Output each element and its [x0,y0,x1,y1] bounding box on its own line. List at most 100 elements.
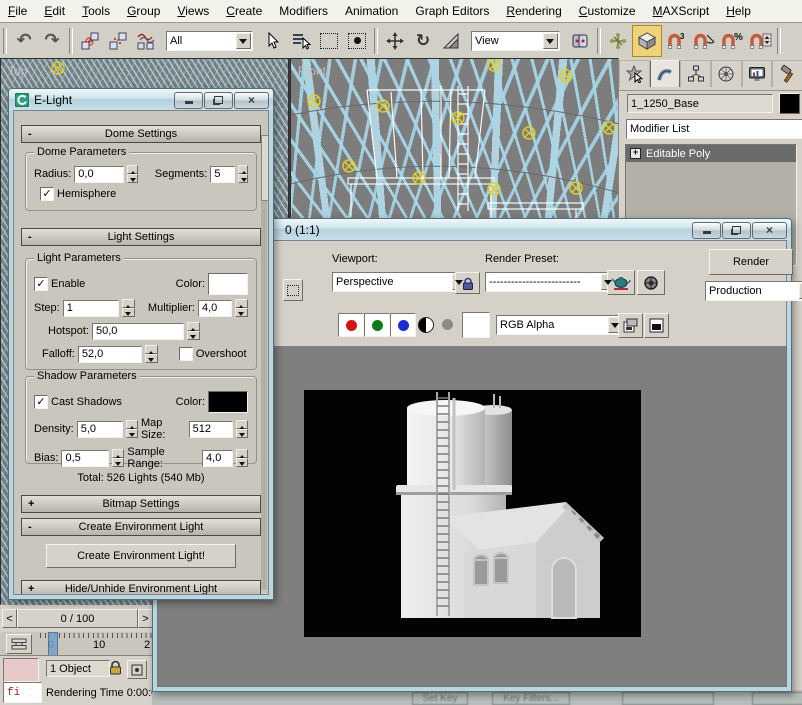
select-and-rotate-icon[interactable]: ↻ [409,26,437,56]
tab-utilities[interactable] [772,60,802,87]
layer-display-icon[interactable] [644,313,669,338]
tab-display[interactable] [742,60,773,87]
unlink-selection-icon[interactable] [104,26,132,56]
select-by-name-icon[interactable] [287,26,315,56]
listener-macro-cell[interactable] [3,658,39,682]
menu-graph-editors[interactable]: Graph Editors [415,4,489,18]
percent-snap-icon[interactable]: % [718,26,746,56]
menu-views[interactable]: Views [177,4,209,18]
tab-motion[interactable] [711,60,742,87]
expand-icon[interactable]: + [28,583,34,595]
select-and-scale-icon[interactable] [437,26,465,56]
time-controls[interactable] [752,692,802,705]
spinner-snap-icon[interactable] [746,26,774,56]
cast-shadows-checkbox[interactable]: ✓ [34,395,48,409]
sample-range-spinner[interactable] [236,449,248,467]
render-mode-dropdown[interactable]: Production [705,281,802,301]
rollout-hide-unhide[interactable]: + Hide/Unhide Environment Light [21,580,261,595]
select-and-move-icon[interactable] [381,26,409,56]
bind-to-spacewarp-icon[interactable] [132,26,160,56]
menu-rendering[interactable]: Rendering [506,4,561,18]
select-and-link-icon[interactable] [76,26,104,56]
restore-button[interactable] [204,92,233,109]
create-environment-light-button[interactable]: Create Environment Light! [46,544,236,568]
multiplier-field[interactable]: 4,0 [198,300,232,317]
step-field[interactable]: 1 [63,300,119,317]
collapse-icon[interactable]: - [28,128,32,140]
key-filters-button[interactable]: Key Filters... [492,692,570,705]
rollout-light-settings[interactable]: - Light Settings [21,228,261,246]
render-button[interactable]: Render [709,249,793,275]
rectangular-selection-region-icon[interactable] [315,26,343,56]
segments-field[interactable]: 5 [210,166,234,183]
select-object-icon[interactable] [259,26,287,56]
falloff-field[interactable]: 52,0 [78,346,142,363]
clone-rendered-frame-icon[interactable] [618,313,643,338]
window-crossing-selection-icon[interactable] [343,26,371,56]
minimize-button[interactable] [692,222,721,239]
tab-create[interactable] [619,60,650,87]
absolute-mode-toggle-icon[interactable] [127,660,147,679]
tab-modify[interactable] [650,60,681,87]
collapse-icon[interactable]: - [28,231,32,243]
elight-titlebar[interactable]: E-Light × [9,89,273,110]
snap-3d-magnet-icon[interactable]: 3 [662,26,690,56]
redo-icon[interactable]: ↷ [38,26,66,56]
menu-modifiers[interactable]: Modifiers [279,4,328,18]
menu-edit[interactable]: Edit [44,4,65,18]
close-button[interactable]: × [752,222,787,239]
rfw-viewport-dropdown[interactable]: Perspective [332,272,469,292]
marquee-icon[interactable] [283,279,303,301]
object-color-swatch[interactable] [779,93,800,114]
selection-lock-icon[interactable] [108,659,123,679]
radius-spinner[interactable] [127,165,138,183]
menu-maxscript[interactable]: MAXScript [653,4,710,18]
undo-icon[interactable]: ↶ [10,26,38,56]
rollout-scrollbar[interactable] [261,135,267,590]
hotspot-field[interactable]: 50,0 [92,323,184,340]
selection-filter-dropdown[interactable]: All [166,31,253,51]
red-channel-icon[interactable] [338,313,364,337]
snaps-toggle-icon[interactable] [632,25,662,57]
open-mini-curve-editor-icon[interactable] [6,634,32,654]
expand-icon[interactable]: + [630,148,641,159]
light-color-swatch[interactable] [208,273,248,295]
frame-field[interactable] [622,692,714,705]
shadow-color-swatch[interactable] [208,391,248,413]
next-frame-button[interactable]: > [138,609,153,628]
select-and-manipulate-icon[interactable] [604,26,632,56]
step-spinner[interactable] [122,299,135,317]
stack-item-editable-poly[interactable]: + Editable Poly [626,145,796,162]
background-color-swatch[interactable] [462,312,490,338]
menu-customize[interactable]: Customize [579,4,636,18]
maxscript-mini-listener[interactable]: fi [3,682,42,703]
rollout-create-environment-light[interactable]: - Create Environment Light [21,518,261,536]
bias-field[interactable]: 0,5 [61,450,109,467]
angle-snap-icon[interactable] [690,26,718,56]
tab-hierarchy[interactable] [680,60,711,87]
menu-file[interactable]: File [8,4,27,18]
overshoot-checkbox[interactable] [179,347,193,361]
track-bar[interactable]: 0 10 2 [0,632,152,655]
menu-create[interactable]: Create [226,4,262,18]
time-slider-button[interactable]: 0 / 100 [17,609,138,628]
set-key-button[interactable]: Set Key [412,692,468,705]
map-size-spinner[interactable] [236,420,248,438]
hemisphere-checkbox[interactable]: ✓ [40,187,54,201]
map-size-field[interactable]: 512 [189,421,234,438]
monochrome-channel-icon[interactable] [442,319,453,330]
use-pivot-point-center-icon[interactable] [566,26,594,56]
alpha-channel-icon[interactable] [418,317,434,333]
restore-button[interactable] [722,222,751,239]
previous-frame-button[interactable]: < [2,609,17,628]
object-name-field[interactable]: 1_1250_Base [627,94,773,113]
hotspot-spinner[interactable] [187,322,200,340]
rollout-bitmap-settings[interactable]: + Bitmap Settings [21,495,261,513]
blue-channel-icon[interactable] [390,313,416,337]
menu-group[interactable]: Group [127,4,160,18]
bias-spinner[interactable] [112,449,124,467]
sample-range-field[interactable]: 4,0 [202,450,233,467]
rfw-preset-dropdown[interactable]: ------------------------- [485,272,618,292]
close-button[interactable]: × [234,92,269,109]
falloff-spinner[interactable] [145,345,158,363]
